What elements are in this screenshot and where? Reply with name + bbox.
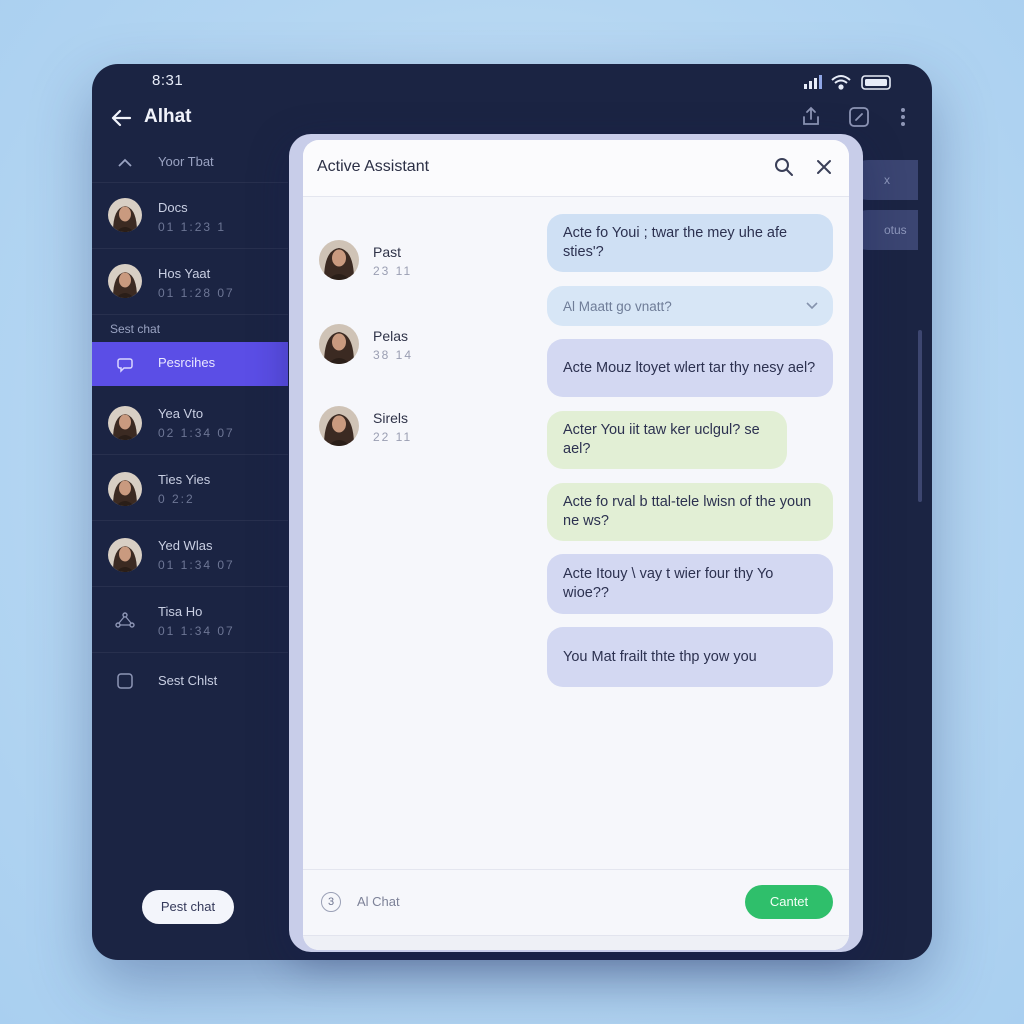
modal-header: Active Assistant: [303, 140, 849, 197]
message-bubble: Acte Mouz ltoyet wlert tar thy nesy ael?: [547, 339, 833, 397]
search-icon[interactable]: [773, 156, 795, 178]
edit-icon[interactable]: [846, 104, 872, 130]
sidebar-item-tisa-ho[interactable]: Tisa Ho 01 1:34 07: [92, 588, 288, 653]
chevron-up-icon: [118, 158, 132, 167]
modal-footer: 3 Al Chat Cantet: [303, 869, 849, 950]
contact-item[interactable]: Sirels 22 11: [319, 406, 519, 450]
wifi-icon: [831, 75, 851, 90]
contact-item[interactable]: Past 23 11: [319, 240, 519, 284]
chat-bubble-icon: [117, 358, 133, 373]
sidebar-item-hos-yaat[interactable]: Hos Yaat 01 1:28 07: [92, 250, 288, 315]
scrollbar[interactable]: [918, 330, 922, 502]
avatar: [319, 324, 359, 364]
message-bubble: Acte fo Youi ; twar the mey uhe afe stie…: [547, 214, 833, 272]
new-chat-button[interactable]: Pest chat: [142, 890, 234, 924]
message-bubble: You Mat frailt thte thp yow you: [547, 627, 833, 687]
avatar: [108, 472, 142, 506]
chevron-down-icon: [806, 302, 818, 310]
modal-title: Active Assistant: [317, 158, 430, 175]
sidebar-item-collapse[interactable]: Yoor Tbat: [92, 144, 288, 183]
status-time: 8:31: [152, 72, 184, 89]
status-icons: [804, 75, 891, 90]
signal-icon: [804, 75, 822, 89]
battery-icon: [861, 75, 891, 90]
suggestion-bubble[interactable]: Al Maatt go vnatt?: [547, 286, 833, 326]
sidebar-item-active[interactable]: Pesrcihes: [92, 342, 288, 386]
message-bubble: Acte fo rval b ttal-tele lwisn of the yo…: [547, 483, 833, 541]
share-icon[interactable]: [798, 104, 824, 130]
count-badge: 3: [321, 892, 341, 912]
message-bubble: Acter You iit taw ker uclgul? se ael?: [547, 411, 787, 469]
avatar: [108, 198, 142, 232]
avatar: [319, 406, 359, 446]
status-bar: 8:31: [92, 64, 932, 98]
close-icon[interactable]: [813, 156, 835, 178]
sidebar-section-label: Sest chat: [110, 322, 161, 336]
avatar: [108, 538, 142, 572]
footer-divider: [303, 935, 849, 950]
sidebar: Yoor Tbat Docs 01 1:23 1 Hos Yaat 01 1:2…: [92, 144, 288, 960]
sidebar-item-yea-vto[interactable]: Yea Vto 02 1:34 07: [92, 390, 288, 455]
sidebar-item-yed-wlas[interactable]: Yed Wlas 01 1:34 07: [92, 522, 288, 587]
confirm-button[interactable]: Cantet: [745, 885, 833, 919]
message-bubble: Acte Itouy \ vay t wier four thy Yo wioe…: [547, 554, 833, 614]
avatar: [108, 406, 142, 440]
sidebar-item-sest-chat[interactable]: Sest Chlst: [92, 654, 288, 710]
back-arrow-icon[interactable]: [108, 104, 136, 132]
contact-item[interactable]: Pelas 38 14: [319, 324, 519, 368]
avatar: [108, 264, 142, 298]
more-vertical-icon[interactable]: [890, 104, 916, 130]
sidebar-item-docs[interactable]: Docs 01 1:23 1: [92, 184, 288, 249]
footer-label: Al Chat: [357, 894, 400, 909]
avatar: [319, 240, 359, 280]
sidebar-item-ties-yies[interactable]: Ties Yies 0 2:2: [92, 456, 288, 521]
app-title: Alhat: [144, 106, 192, 127]
network-icon: [115, 612, 135, 628]
checkbox-icon: [117, 673, 133, 689]
assistant-modal: Active Assistant Past 23 11 Pelas 38 14 …: [303, 140, 849, 950]
